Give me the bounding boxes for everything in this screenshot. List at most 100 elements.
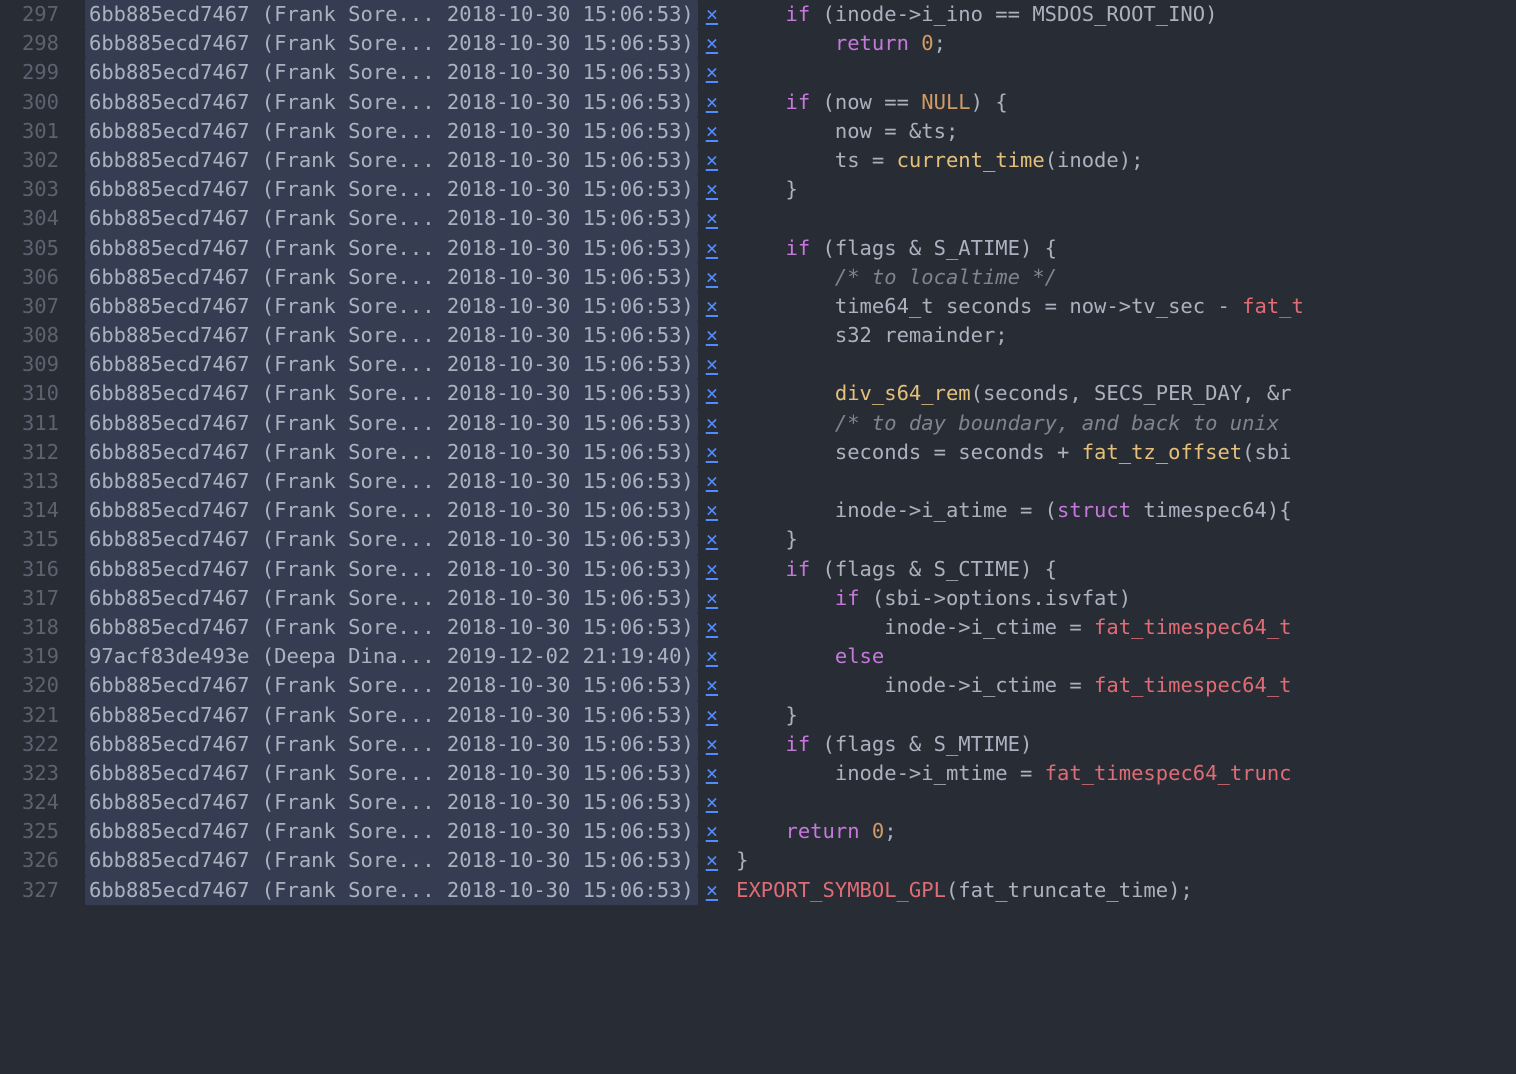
- blame-annotation: 6bb885ecd7467 (Frank Sore... 2018-10-30 …: [85, 350, 736, 379]
- close-icon[interactable]: ×: [706, 467, 718, 496]
- blame-text: 6bb885ecd7467 (Frank Sore... 2018-10-30 …: [85, 0, 698, 29]
- line-number: 323: [0, 759, 85, 788]
- code-line[interactable]: 3186bb885ecd7467 (Frank Sore... 2018-10-…: [0, 613, 1516, 642]
- code-line[interactable]: 3096bb885ecd7467 (Frank Sore... 2018-10-…: [0, 350, 1516, 379]
- code-line[interactable]: 3046bb885ecd7467 (Frank Sore... 2018-10-…: [0, 204, 1516, 233]
- code-line[interactable]: 3126bb885ecd7467 (Frank Sore... 2018-10-…: [0, 438, 1516, 467]
- code-line[interactable]: 3016bb885ecd7467 (Frank Sore... 2018-10-…: [0, 117, 1516, 146]
- close-icon[interactable]: ×: [706, 379, 718, 408]
- close-icon[interactable]: ×: [706, 584, 718, 613]
- close-icon[interactable]: ×: [706, 0, 718, 29]
- close-icon[interactable]: ×: [706, 642, 718, 671]
- close-icon[interactable]: ×: [706, 234, 718, 263]
- token-const: 0: [872, 819, 884, 843]
- blame-annotation: 6bb885ecd7467 (Frank Sore... 2018-10-30 …: [85, 613, 736, 642]
- code-line[interactable]: 3236bb885ecd7467 (Frank Sore... 2018-10-…: [0, 759, 1516, 788]
- close-icon[interactable]: ×: [706, 146, 718, 175]
- close-icon[interactable]: ×: [706, 117, 718, 146]
- line-number: 313: [0, 467, 85, 496]
- close-icon[interactable]: ×: [706, 350, 718, 379]
- code-line[interactable]: 3166bb885ecd7467 (Frank Sore... 2018-10-…: [0, 555, 1516, 584]
- code-line[interactable]: 3216bb885ecd7467 (Frank Sore... 2018-10-…: [0, 701, 1516, 730]
- close-icon[interactable]: ×: [706, 701, 718, 730]
- token-const: 0: [921, 31, 933, 55]
- close-icon[interactable]: ×: [706, 438, 718, 467]
- code-line[interactable]: 3006bb885ecd7467 (Frank Sore... 2018-10-…: [0, 88, 1516, 117]
- code-line[interactable]: 3156bb885ecd7467 (Frank Sore... 2018-10-…: [0, 525, 1516, 554]
- blame-text: 6bb885ecd7467 (Frank Sore... 2018-10-30 …: [85, 379, 698, 408]
- code-line[interactable]: 3076bb885ecd7467 (Frank Sore... 2018-10-…: [0, 292, 1516, 321]
- close-icon[interactable]: ×: [706, 730, 718, 759]
- code-content: return 0;: [736, 817, 896, 846]
- code-line[interactable]: 3206bb885ecd7467 (Frank Sore... 2018-10-…: [0, 671, 1516, 700]
- close-icon[interactable]: ×: [706, 613, 718, 642]
- code-line[interactable]: 3106bb885ecd7467 (Frank Sore... 2018-10-…: [0, 379, 1516, 408]
- close-icon[interactable]: ×: [706, 263, 718, 292]
- token-default: ) {: [971, 90, 1008, 114]
- code-line[interactable]: 3116bb885ecd7467 (Frank Sore... 2018-10-…: [0, 409, 1516, 438]
- code-line[interactable]: 3276bb885ecd7467 (Frank Sore... 2018-10-…: [0, 876, 1516, 905]
- close-icon[interactable]: ×: [706, 409, 718, 438]
- blame-text: 6bb885ecd7467 (Frank Sore... 2018-10-30 …: [85, 701, 698, 730]
- token-default: timespec64){: [1131, 498, 1291, 522]
- code-line[interactable]: 3036bb885ecd7467 (Frank Sore... 2018-10-…: [0, 175, 1516, 204]
- code-content: if (now == NULL) {: [736, 88, 1008, 117]
- blame-annotation: 6bb885ecd7467 (Frank Sore... 2018-10-30 …: [85, 117, 736, 146]
- code-line[interactable]: 3146bb885ecd7467 (Frank Sore... 2018-10-…: [0, 496, 1516, 525]
- code-editor[interactable]: 2976bb885ecd7467 (Frank Sore... 2018-10-…: [0, 0, 1516, 905]
- close-icon[interactable]: ×: [706, 555, 718, 584]
- close-icon[interactable]: ×: [706, 292, 718, 321]
- token-comment: /* to localtime */: [835, 265, 1057, 289]
- code-line[interactable]: 3246bb885ecd7467 (Frank Sore... 2018-10-…: [0, 788, 1516, 817]
- code-line[interactable]: 2986bb885ecd7467 (Frank Sore... 2018-10-…: [0, 29, 1516, 58]
- close-icon[interactable]: ×: [706, 88, 718, 117]
- token-keyword: if: [785, 90, 810, 114]
- close-icon[interactable]: ×: [706, 759, 718, 788]
- blame-annotation: 6bb885ecd7467 (Frank Sore... 2018-10-30 …: [85, 438, 736, 467]
- blame-annotation: 6bb885ecd7467 (Frank Sore... 2018-10-30 …: [85, 467, 736, 496]
- close-icon[interactable]: ×: [706, 846, 718, 875]
- code-line[interactable]: 3256bb885ecd7467 (Frank Sore... 2018-10-…: [0, 817, 1516, 846]
- close-icon[interactable]: ×: [706, 58, 718, 87]
- close-icon[interactable]: ×: [706, 175, 718, 204]
- code-line[interactable]: 3266bb885ecd7467 (Frank Sore... 2018-10-…: [0, 846, 1516, 875]
- line-number: 308: [0, 321, 85, 350]
- blame-text: 6bb885ecd7467 (Frank Sore... 2018-10-30 …: [85, 234, 698, 263]
- close-icon[interactable]: ×: [706, 496, 718, 525]
- blame-annotation: 6bb885ecd7467 (Frank Sore... 2018-10-30 …: [85, 759, 736, 788]
- close-icon[interactable]: ×: [706, 817, 718, 846]
- close-icon[interactable]: ×: [706, 876, 718, 905]
- code-line[interactable]: 3176bb885ecd7467 (Frank Sore... 2018-10-…: [0, 584, 1516, 613]
- code-line[interactable]: 2976bb885ecd7467 (Frank Sore... 2018-10-…: [0, 0, 1516, 29]
- close-icon[interactable]: ×: [706, 29, 718, 58]
- code-line[interactable]: 3136bb885ecd7467 (Frank Sore... 2018-10-…: [0, 467, 1516, 496]
- code-line[interactable]: 3026bb885ecd7467 (Frank Sore... 2018-10-…: [0, 146, 1516, 175]
- blame-annotation: 6bb885ecd7467 (Frank Sore... 2018-10-30 …: [85, 788, 736, 817]
- close-icon[interactable]: ×: [706, 321, 718, 350]
- blame-text: 6bb885ecd7467 (Frank Sore... 2018-10-30 …: [85, 204, 698, 233]
- code-line[interactable]: 3066bb885ecd7467 (Frank Sore... 2018-10-…: [0, 263, 1516, 292]
- code-line[interactable]: 3226bb885ecd7467 (Frank Sore... 2018-10-…: [0, 730, 1516, 759]
- code-content: time64_t seconds = now->tv_sec - fat_t: [736, 292, 1304, 321]
- code-line[interactable]: 3086bb885ecd7467 (Frank Sore... 2018-10-…: [0, 321, 1516, 350]
- close-icon[interactable]: ×: [706, 671, 718, 700]
- close-icon[interactable]: ×: [706, 204, 718, 233]
- blame-annotation: 6bb885ecd7467 (Frank Sore... 2018-10-30 …: [85, 496, 736, 525]
- token-default: (inode);: [1045, 148, 1144, 172]
- blame-text: 6bb885ecd7467 (Frank Sore... 2018-10-30 …: [85, 555, 698, 584]
- code-line[interactable]: 2996bb885ecd7467 (Frank Sore... 2018-10-…: [0, 58, 1516, 87]
- blame-annotation: 6bb885ecd7467 (Frank Sore... 2018-10-30 …: [85, 846, 736, 875]
- blame-annotation: 6bb885ecd7467 (Frank Sore... 2018-10-30 …: [85, 525, 736, 554]
- blame-annotation: 6bb885ecd7467 (Frank Sore... 2018-10-30 …: [85, 379, 736, 408]
- code-line[interactable]: 31997acf83de493e (Deepa Dina... 2019-12-…: [0, 642, 1516, 671]
- token-member: fat_t: [1242, 294, 1304, 318]
- blame-text: 6bb885ecd7467 (Frank Sore... 2018-10-30 …: [85, 730, 698, 759]
- blame-text: 6bb885ecd7467 (Frank Sore... 2018-10-30 …: [85, 584, 698, 613]
- close-icon[interactable]: ×: [706, 525, 718, 554]
- code-content: now = &ts;: [736, 117, 958, 146]
- line-number: 302: [0, 146, 85, 175]
- close-icon[interactable]: ×: [706, 788, 718, 817]
- code-line[interactable]: 3056bb885ecd7467 (Frank Sore... 2018-10-…: [0, 234, 1516, 263]
- code-content: if (flags & S_ATIME) {: [736, 234, 1057, 263]
- blame-text: 6bb885ecd7467 (Frank Sore... 2018-10-30 …: [85, 438, 698, 467]
